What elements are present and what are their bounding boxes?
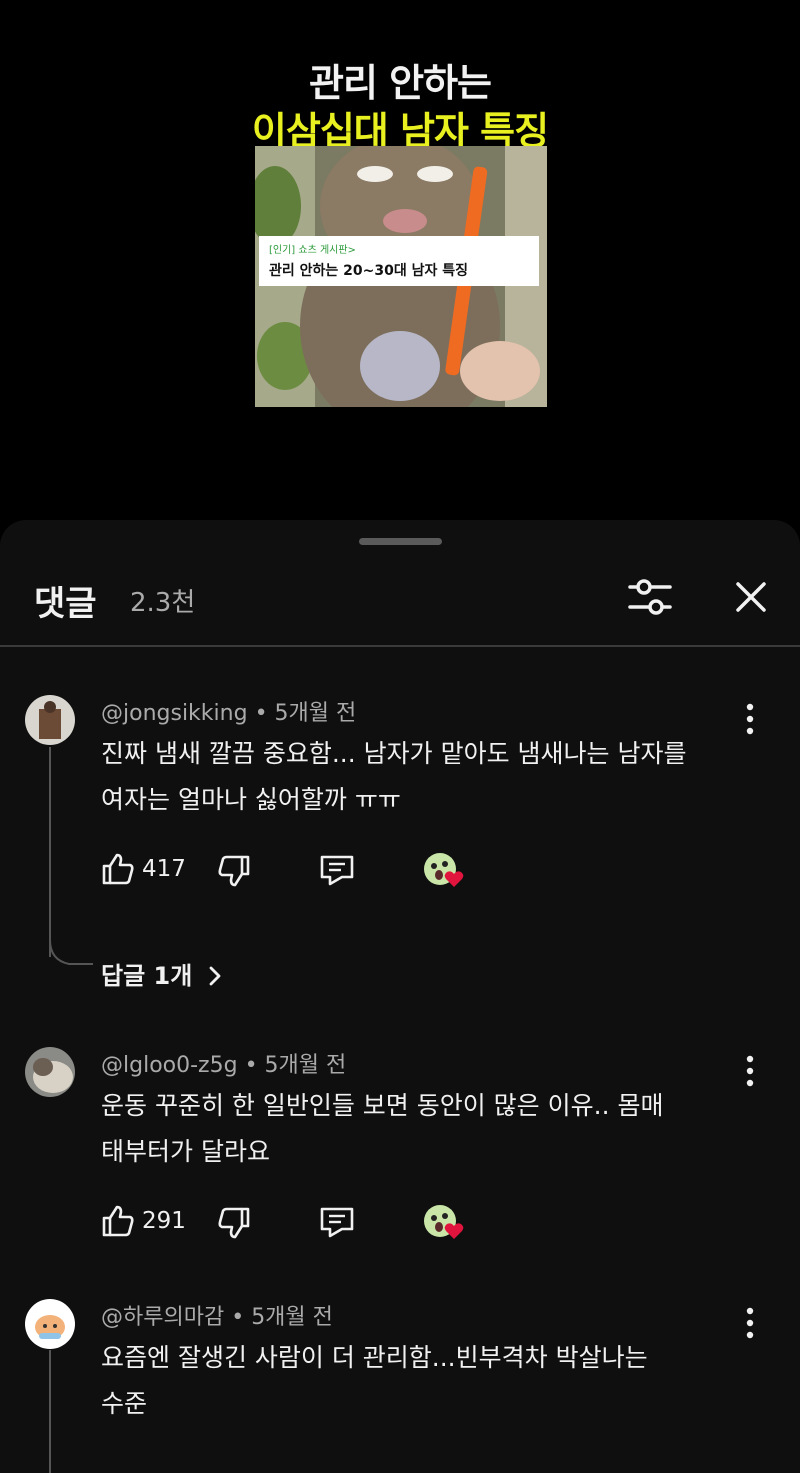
dislike-icon[interactable] <box>216 853 252 889</box>
chevron-right-icon <box>209 966 221 986</box>
card-title: 관리 안하는 20~30대 남자 특징 <box>269 263 468 279</box>
card-tag: [인기] 쇼츠 게시판> <box>269 245 356 256</box>
like-count: 291 <box>142 1208 186 1234</box>
meta-separator: • <box>231 1305 245 1330</box>
view-replies-link[interactable]: 답글 1개 <box>101 956 223 991</box>
drag-handle[interactable] <box>359 538 442 545</box>
reply-icon[interactable] <box>318 851 356 889</box>
comment-time: 5개월 전 <box>251 1305 333 1330</box>
comment-actions: 291 <box>100 1203 500 1243</box>
comment-text: 요즘엔 잘생긴 사람이 더 관리함...빈부격차 박살나는 수준 <box>101 1343 648 1418</box>
like-icon[interactable] <box>100 851 136 887</box>
comment-meta: @lgloo0-z5g • 5개월 전 <box>101 1047 346 1079</box>
comment-time: 5개월 전 <box>264 1053 347 1078</box>
comments-sheet: 댓글 2.3천 @jongsikking • 5개월 전 진짜 냄새 깔끔 중요… <box>0 520 800 1473</box>
dislike-icon[interactable] <box>216 1205 252 1241</box>
creator-heart-icon <box>424 853 464 887</box>
comment-text: 진짜 냄새 깔끔 중요함... 남자가 맡아도 냄새나는 남자를 여자는 얼마나… <box>101 739 687 814</box>
reply-icon[interactable] <box>318 1203 356 1241</box>
comment-author[interactable]: @jongsikking <box>101 701 248 726</box>
sort-filter-icon[interactable] <box>626 576 674 618</box>
comment-meta: @하루의마감 • 5개월 전 <box>101 1299 333 1331</box>
avatar[interactable] <box>25 695 75 745</box>
video-title-line1: 관리 안하는 <box>308 61 492 105</box>
video-frame: [인기] 쇼츠 게시판> 관리 안하는 20~30대 남자 특징 <box>255 146 547 407</box>
comment-author[interactable]: @하루의마감 <box>101 1305 224 1330</box>
comments-title: 댓글 <box>34 584 97 624</box>
like-count: 417 <box>142 856 186 882</box>
thread-curve <box>49 940 93 965</box>
meta-separator: • <box>244 1053 258 1078</box>
comment-meta: @jongsikking • 5개월 전 <box>101 695 356 727</box>
comment-time: 5개월 전 <box>274 701 357 726</box>
close-icon[interactable] <box>730 576 772 618</box>
avatar[interactable] <box>25 1299 75 1349</box>
comment-author[interactable]: @lgloo0-z5g <box>101 1053 238 1078</box>
thumbnail-caption-card: [인기] 쇼츠 게시판> 관리 안하는 20~30대 남자 특징 <box>259 236 539 286</box>
creator-heart-icon <box>424 1205 464 1239</box>
replies-label: 답글 1개 <box>101 962 193 990</box>
video-player[interactable]: 관리 안하는 이삼십대 남자 특징 [인기] 쇼츠 게시판> 관리 안하는 20… <box>0 0 800 520</box>
like-icon[interactable] <box>100 1203 136 1239</box>
avatar[interactable] <box>25 1047 75 1097</box>
comments-count: 2.3천 <box>130 588 196 618</box>
thread-line <box>49 747 51 957</box>
thread-line <box>49 1350 51 1473</box>
header-divider <box>0 645 800 647</box>
comment-text: 운동 꾸준히 한 일반인들 보면 동안이 많은 이유.. 몸매 태부터가 달라요 <box>101 1091 664 1166</box>
meta-separator: • <box>254 701 268 726</box>
comment-actions: 417 <box>100 851 500 891</box>
